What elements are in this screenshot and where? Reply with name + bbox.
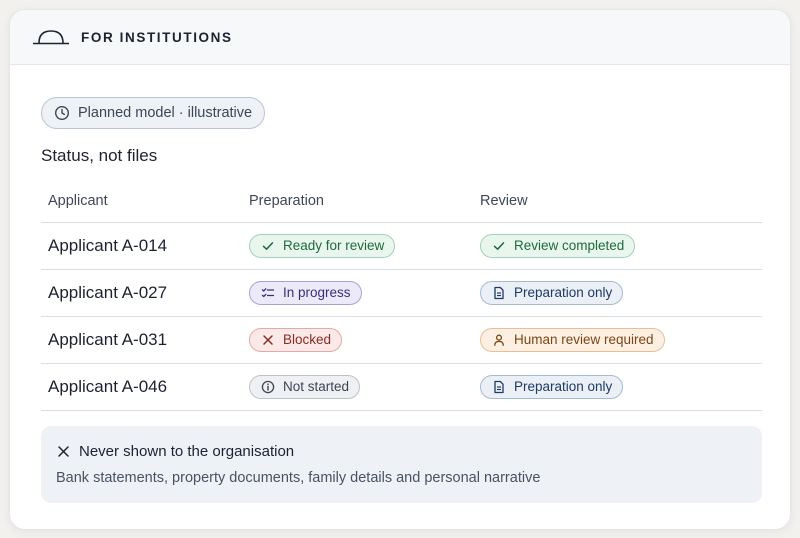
- close-icon: [263, 334, 273, 345]
- table-header-row: Applicant Preparation Review: [41, 180, 762, 223]
- applicant-name: Applicant A-046: [48, 376, 168, 396]
- notice-title-row: Never shown to the organisation: [56, 443, 747, 460]
- status-badge: Human review required: [480, 327, 665, 352]
- status-badge-label: Blocked: [283, 332, 332, 347]
- status-badge-label: Preparation only: [514, 285, 613, 300]
- status-badge: Preparation only: [480, 374, 624, 399]
- table-row: Applicant A-014 Ready for review Review …: [41, 222, 762, 270]
- card-header: FOR INSTITUTIONS: [10, 10, 790, 65]
- applicant-name: Applicant A-014: [48, 235, 168, 255]
- planned-model-label: Planned model · illustrative: [78, 105, 253, 121]
- document-icon: [494, 286, 504, 299]
- planned-model-chip: Planned model · illustrative: [41, 97, 266, 129]
- check-icon: [493, 241, 505, 250]
- document-icon: [494, 380, 504, 393]
- table-row: Applicant A-027 In progress Preparation …: [41, 269, 762, 317]
- column-header-review: Review: [473, 180, 762, 223]
- column-header-preparation: Preparation: [242, 180, 473, 223]
- status-badge: Review completed: [480, 233, 636, 258]
- status-badge: Blocked: [249, 327, 343, 352]
- header-title: FOR INSTITUTIONS: [81, 29, 233, 45]
- status-badge-label: Ready for review: [283, 238, 385, 253]
- institutions-card: FOR INSTITUTIONS Planned model · illustr…: [9, 9, 791, 530]
- status-table: Applicant Preparation Review Applicant A…: [41, 180, 762, 411]
- notice-text: Bank statements, property documents, fam…: [56, 469, 541, 486]
- close-icon: [58, 445, 69, 457]
- column-header-applicant: Applicant: [41, 180, 242, 223]
- section-title: Status, not files: [41, 146, 158, 165]
- privacy-notice: Never shown to the organisation Bank sta…: [41, 425, 762, 503]
- status-badge-label: Not started: [283, 379, 350, 394]
- checklist-icon: [261, 287, 275, 297]
- notice-title: Never shown to the organisation: [79, 442, 295, 460]
- status-badge-label: Human review required: [514, 332, 654, 347]
- check-icon: [262, 241, 274, 250]
- table-row: Applicant A-046 Not started Preparation …: [41, 363, 762, 411]
- status-badge-label: Preparation only: [514, 379, 613, 394]
- status-badge-label: In progress: [283, 285, 351, 300]
- applicant-name: Applicant A-027: [48, 282, 168, 302]
- applicant-name: Applicant A-031: [48, 329, 168, 349]
- status-badge: Ready for review: [249, 233, 396, 258]
- status-badge: Not started: [249, 374, 361, 399]
- status-badge: Preparation only: [480, 280, 624, 305]
- table-row: Applicant A-031 Blocked Human review req…: [41, 316, 762, 364]
- clock-icon: [54, 105, 70, 121]
- status-badge-label: Review completed: [514, 238, 625, 253]
- person-icon: [494, 334, 504, 346]
- info-icon: [261, 380, 275, 393]
- status-badge: In progress: [249, 280, 362, 305]
- dome-logo-icon: [33, 30, 69, 45]
